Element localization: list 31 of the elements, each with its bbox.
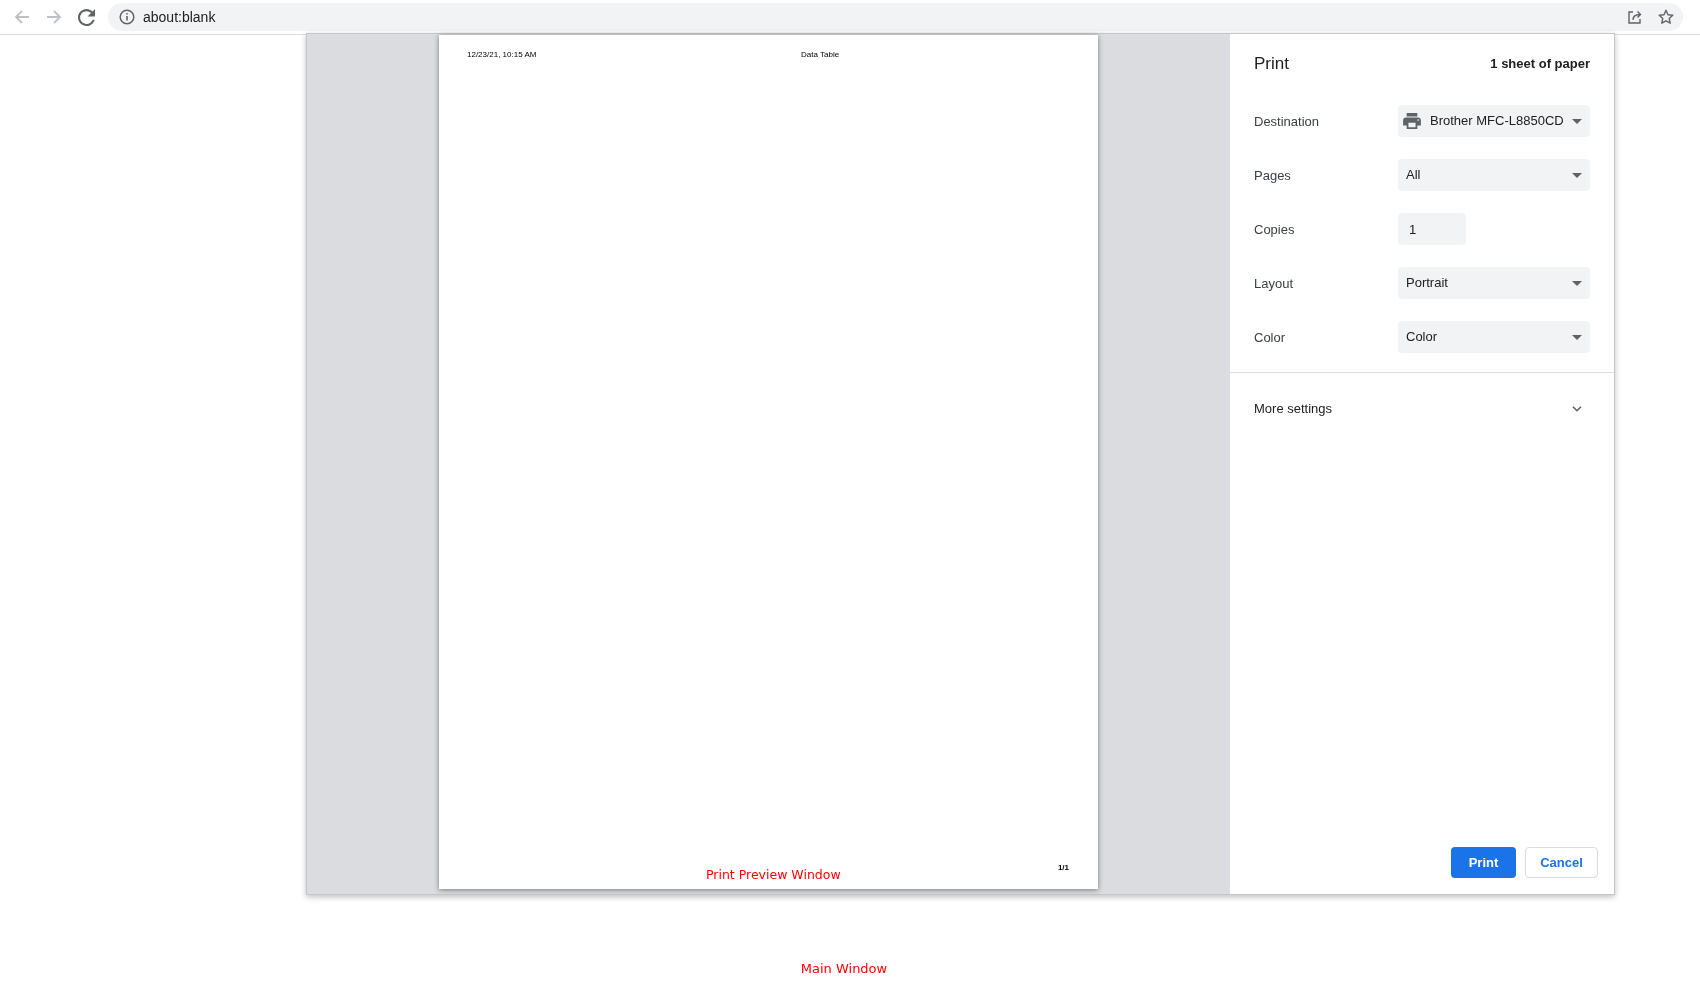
address-text: about:blank: [143, 7, 216, 27]
dropdown[interactable]: Portrait: [1398, 267, 1590, 299]
page-header-date: 12/23/21, 10:15 AM: [467, 50, 537, 59]
dropdown[interactable]: Brother MFC-L8850CD: [1398, 105, 1590, 137]
address-field[interactable]: about:blank: [108, 3, 1683, 31]
field-label: Copies: [1254, 222, 1295, 237]
page-number: 1/1: [1057, 863, 1069, 873]
field-label: Destination: [1254, 114, 1320, 129]
share-icon[interactable]: [1627, 9, 1643, 25]
page-header-title: Data Table: [801, 50, 840, 60]
sheet-count: 1 sheet of paper: [1490, 55, 1590, 74]
refresh-icon[interactable]: [77, 8, 95, 26]
caret-icon: [1572, 280, 1582, 286]
caret-icon: [1572, 172, 1582, 178]
field-label: Layout: [1254, 276, 1294, 291]
cancel-button[interactable]: Cancel: [1525, 847, 1598, 878]
caret-icon: [1572, 118, 1582, 124]
copies-field[interactable]: 1: [1398, 213, 1466, 245]
print-button[interactable]: Print: [1451, 847, 1516, 878]
more-settings-toggle[interactable]: More settings: [1254, 373, 1590, 445]
annotation-label: Print Preview Window: [706, 867, 841, 883]
printer-icon: [1403, 113, 1421, 129]
field-label: Pages: [1254, 168, 1291, 183]
field-label: Color: [1254, 330, 1286, 345]
dropdown[interactable]: All: [1398, 159, 1590, 191]
info-icon[interactable]: [119, 9, 135, 25]
annotation-label: Main Window: [800, 961, 888, 977]
caret-icon: [1572, 334, 1582, 340]
star-icon[interactable]: [1658, 9, 1674, 25]
dropdown[interactable]: Color: [1398, 321, 1590, 353]
dialog-title: Print: [1254, 53, 1289, 76]
